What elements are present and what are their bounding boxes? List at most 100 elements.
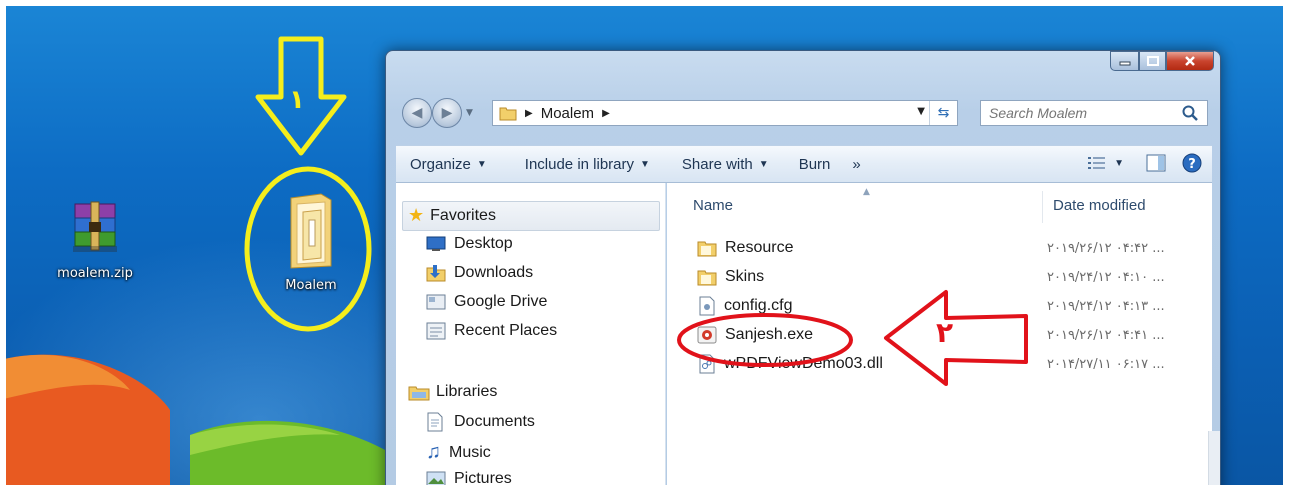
image-border — [1283, 0, 1289, 489]
share-with-label: Share with — [681, 155, 753, 173]
file-date: ۲۰۱۹/۲۶/۱۲ ۰۴:۴۱ ... — [1047, 327, 1165, 343]
nav-item-label: Downloads — [454, 264, 534, 281]
nav-item-label: Favorites — [430, 206, 496, 224]
recent-places-icon — [426, 322, 446, 340]
windows-logo-swoosh — [0, 354, 385, 489]
chevron-down-icon: ▼ — [1114, 157, 1124, 169]
downloads-folder-icon — [426, 265, 446, 282]
command-bar: Organize ▼ Include in library ▼ Share wi… — [396, 145, 1212, 183]
desktop-icon-moalem-folder[interactable]: Moalem — [261, 192, 361, 293]
close-icon — [1185, 56, 1195, 66]
image-border — [0, 0, 1289, 6]
nav-item-label: Desktop — [454, 235, 513, 252]
breadcrumb-separator-icon[interactable]: ▶ — [525, 108, 533, 119]
nav-item-music[interactable]: ♫ Music — [426, 441, 491, 464]
help-icon[interactable]: ? — [1182, 153, 1202, 173]
navigation-pane: ★ Favorites Desktop Downloads Google Dri… — [396, 183, 666, 489]
refresh-icon: ⇆ — [937, 105, 950, 121]
maximize-icon — [1146, 56, 1159, 66]
scrollbar[interactable] — [1208, 431, 1220, 489]
file-name: wPDFViewDemo03.dll — [724, 355, 883, 372]
more-commands-button[interactable]: » — [844, 156, 868, 173]
image-border — [0, 0, 6, 489]
file-list: Name ▲ Date modified Resource ۲۰۱۹/۲۶/۱۲… — [667, 183, 1212, 489]
chevron-down-icon: ▼ — [640, 158, 650, 170]
share-with-button[interactable]: Share with ▼ — [674, 156, 777, 173]
burn-label: Burn — [798, 155, 831, 173]
nav-item-documents[interactable]: Documents — [426, 412, 535, 432]
file-row[interactable]: wPDFViewDemo03.dll ۲۰۱۴/۲۷/۱۱ ۰۶:۱۷ ... — [667, 350, 1212, 378]
desktop: moalem.zip Moalem ١ ◀ ▶ ▼ ▶ Moalem ▶ ▼ ⇆… — [0, 0, 1289, 489]
file-row[interactable]: Sanjesh.exe ۲۰۱۹/۲۶/۱۲ ۰۴:۴۱ ... — [667, 321, 1212, 349]
nav-item-google-drive[interactable]: Google Drive — [426, 293, 547, 311]
column-header-name[interactable]: Name — [693, 197, 733, 214]
svg-text:?: ? — [1188, 157, 1196, 172]
annotation-number-1: ١ — [289, 85, 305, 115]
folder-icon — [499, 107, 517, 121]
nav-item-recent-places[interactable]: Recent Places — [426, 322, 557, 340]
chevron-down-icon: ▼ — [476, 158, 487, 170]
nav-item-label: Google Drive — [454, 293, 548, 310]
desktop-icon — [426, 236, 446, 251]
file-date: ۲۰۱۹/۲۶/۱۲ ۰۴:۴۲ ... — [1047, 240, 1165, 256]
address-bar[interactable]: ▶ Moalem ▶ ▼ ⇆ — [492, 100, 958, 126]
nav-item-label: Libraries — [436, 383, 498, 400]
desktop-icon-label: moalem.zip — [57, 266, 133, 281]
folder-icon — [697, 270, 717, 286]
burn-button[interactable]: Burn — [791, 156, 839, 173]
refresh-button[interactable]: ⇆ — [929, 101, 957, 125]
column-divider[interactable] — [1042, 191, 1043, 223]
forward-button[interactable]: ▶ — [432, 98, 462, 128]
google-drive-icon — [426, 294, 446, 310]
include-in-library-label: Include in library — [524, 155, 634, 173]
documents-icon — [427, 412, 443, 432]
file-name: Sanjesh.exe — [725, 326, 814, 343]
include-in-library-button[interactable]: Include in library ▼ — [517, 156, 658, 173]
file-date: ۲۰۱۹/۲۴/۱۲ ۰۴:۱۰ ... — [1047, 269, 1165, 285]
preview-pane-icon[interactable] — [1146, 154, 1166, 172]
chevron-down-icon: ▼ — [758, 158, 769, 170]
nav-item-favorites[interactable]: ★ Favorites — [408, 205, 496, 226]
config-file-icon — [699, 296, 715, 316]
nav-item-label: Recent Places — [454, 322, 558, 339]
winrar-archive-icon — [73, 201, 117, 252]
nav-item-downloads[interactable]: Downloads — [426, 264, 533, 282]
search-icon[interactable] — [1181, 104, 1199, 122]
folder-icon — [697, 241, 717, 257]
forward-arrow-icon: ▶ — [441, 105, 453, 121]
yellow-down-arrow-annotation — [255, 36, 347, 156]
title-bar[interactable] — [386, 51, 1220, 89]
more-label: » — [852, 155, 861, 173]
file-name: Skins — [725, 268, 765, 285]
nav-item-label: Music — [449, 443, 491, 461]
organize-label: Organize — [410, 155, 471, 173]
nav-item-libraries[interactable]: Libraries — [408, 383, 497, 401]
file-row[interactable]: Skins ۲۰۱۹/۲۴/۱۲ ۰۴:۱۰ ... — [667, 263, 1212, 291]
desktop-icon-moalem-zip[interactable]: moalem.zip — [45, 200, 145, 281]
music-note-icon: ♫ — [426, 441, 441, 463]
file-row[interactable]: Resource ۲۰۱۹/۲۶/۱۲ ۰۴:۴۲ ... — [667, 234, 1212, 262]
change-view-button[interactable]: ▼ — [1088, 156, 1124, 170]
file-name: config.cfg — [724, 297, 793, 314]
file-date: ۲۰۱۴/۲۷/۱۱ ۰۶:۱۷ ... — [1047, 356, 1165, 372]
organize-button[interactable]: Organize ▼ — [402, 156, 495, 173]
minimize-button[interactable] — [1110, 51, 1139, 71]
breadcrumb-separator-icon[interactable]: ▶ — [602, 108, 610, 119]
minimize-icon — [1119, 61, 1130, 66]
image-border — [0, 485, 1289, 489]
folder-icon — [290, 193, 332, 269]
star-icon: ★ — [408, 205, 425, 225]
search-input[interactable] — [989, 105, 1179, 121]
back-button[interactable]: ◀ — [402, 98, 432, 128]
file-row[interactable]: config.cfg ۲۰۱۹/۲۴/۱۲ ۰۴:۱۳ ... — [667, 292, 1212, 320]
address-history-dropdown[interactable]: ▼ — [917, 106, 925, 117]
desktop-icon-label: Moalem — [285, 278, 337, 293]
breadcrumb-current[interactable]: Moalem — [541, 105, 594, 122]
nav-item-desktop[interactable]: Desktop — [426, 235, 513, 253]
dll-file-icon — [699, 354, 715, 374]
maximize-button[interactable] — [1139, 51, 1166, 71]
column-header-date-modified[interactable]: Date modified — [1053, 197, 1146, 214]
search-box[interactable] — [980, 100, 1208, 126]
recent-pages-dropdown[interactable]: ▼ — [466, 108, 473, 118]
close-button[interactable] — [1166, 51, 1214, 71]
